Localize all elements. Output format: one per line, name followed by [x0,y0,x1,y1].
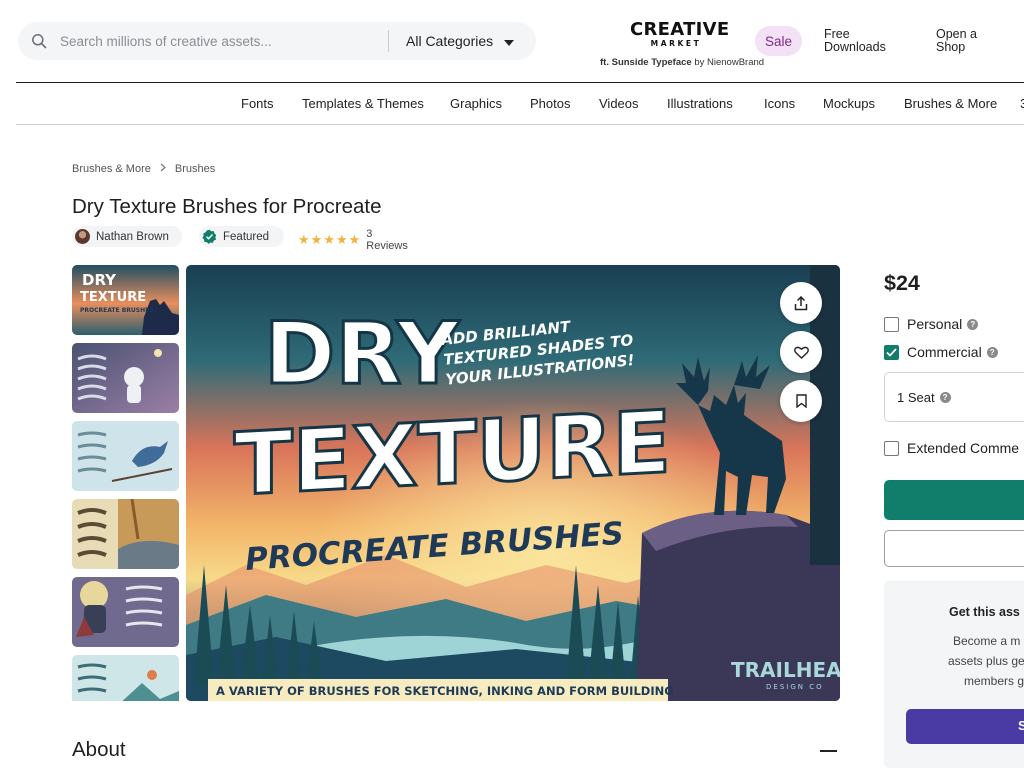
category-templates-themes[interactable]: Templates & Themes [302,96,424,111]
hero-brand: TRAILHEAD [731,658,840,682]
category-photos[interactable]: Photos [530,96,570,111]
subscribe-button[interactable]: S [906,709,1024,744]
seat-select[interactable]: 1 Seat ? [884,372,1024,422]
seat-select-label: 1 Seat [897,389,935,405]
thumbnail-1-title-line3: PROCREATE BRUSHES [80,307,154,314]
breadcrumb: Brushes & More Brushes [72,163,215,175]
like-button[interactable] [780,331,822,373]
search-divider [388,30,389,52]
heart-icon [793,346,809,359]
add-to-cart-button[interactable] [884,480,1024,520]
thumbnail-6[interactable] [72,655,179,701]
hero-banner: A VARIETY OF BRUSHES FOR SKETCHING, INKI… [216,684,674,698]
thumbnail-4[interactable] [72,499,179,569]
verified-badge-icon [202,229,217,244]
star-icon: ★ [323,232,335,247]
product-price: $24 [884,271,920,295]
reviews-link[interactable]: 3 Reviews [366,228,408,252]
personal-checkbox[interactable] [884,316,899,332]
thumbnail-2[interactable] [72,343,179,413]
promo-line-1: Become a m [953,634,1021,648]
star-icon: ★ [348,232,361,247]
category-fonts[interactable]: Fonts [241,96,274,111]
license-personal-label: Personal [907,316,963,332]
rating[interactable]: ★ ★ ★ ★ ★ 3 Reviews [298,228,408,252]
logo-credit-author: NienowBrand [707,57,765,68]
search-bar[interactable]: All Categories [18,22,536,60]
help-icon[interactable]: ? [986,346,998,358]
category-mockups[interactable]: Mockups [823,96,875,111]
hero-title-line1: DRY [264,304,461,404]
thumbnail-strip: DRY TEXTURE PROCREATE BRUSHES [72,265,179,701]
star-icon: ★ [335,232,348,247]
thumbnail-1[interactable]: DRY TEXTURE PROCREATE BRUSHES [72,265,179,335]
star-icon: ★ [310,232,323,247]
promo-line-2: assets plus ge [948,654,1024,668]
logo-credit-by: by [694,57,705,68]
featured-label: Featured [223,230,270,243]
logo-credit[interactable]: ft. Sunside Typeface by NienowBrand [600,57,764,68]
category-select[interactable]: All Categories [406,33,515,49]
share-icon [794,295,808,311]
category-icons[interactable]: Icons [764,96,795,111]
category-nav: Fonts Templates & Themes Graphics Photos… [16,82,1024,125]
license-commercial-label: Commercial [907,344,982,360]
category-videos[interactable]: Videos [599,96,639,111]
open-a-shop-link[interactable]: Open a Shop [936,28,996,53]
license-personal[interactable]: Personal ? [884,316,979,332]
subscription-promo-card: Get this ass Become a m assets plus ge m… [884,581,1024,768]
secondary-action-button[interactable] [884,530,1024,567]
breadcrumb-brushes-more[interactable]: Brushes & More [72,163,151,175]
hero-brand-sub: DESIGN CO [766,683,824,691]
category-graphics[interactable]: Graphics [450,96,502,111]
help-icon[interactable]: ? [967,318,979,330]
logo-main-text: CREATIVE [630,19,730,40]
subscribe-button-label: S [1018,718,1024,733]
sale-button[interactable]: Sale [755,26,802,56]
thumbnail-3[interactable] [72,421,179,491]
bookmark-button[interactable] [780,380,822,422]
site-header: All Categories CREATIVE MARKET ft. Sunsi… [0,0,1024,82]
commercial-checkbox[interactable] [884,344,899,360]
thumbnail-1-title-line1: DRY [82,271,117,289]
about-heading: About [72,738,126,761]
star-icon: ★ [298,232,310,247]
help-icon[interactable]: ? [939,391,951,403]
category-3d[interactable]: 3 [1020,96,1024,111]
logo-credit-typeface: ft. Sunside Typeface [600,57,692,68]
share-button[interactable] [780,282,822,324]
featured-badge: Featured [199,226,284,247]
free-downloads-link[interactable]: Free Downloads [824,28,896,53]
category-brushes-more[interactable]: Brushes & More [904,96,997,111]
creative-market-logo[interactable]: CREATIVE MARKET [630,19,730,48]
bookmark-icon [795,394,807,408]
license-extended-label: Extended Comme [907,440,1020,456]
license-commercial[interactable]: Commercial ? [884,344,998,360]
collapse-about-button[interactable] [820,750,837,752]
thumbnail-5[interactable] [72,577,179,647]
chevron-right-icon [160,163,166,175]
extended-commercial-checkbox[interactable] [884,440,899,456]
category-select-label: All Categories [406,33,494,49]
promo-line-3: members g [964,674,1024,688]
author-name: Nathan Brown [96,230,169,243]
license-extended-commercial[interactable]: Extended Comme [884,440,1019,456]
product-hero-image[interactable]: DRY TEXTURE PROCREATE BRUSHES ADD BRILLI… [186,265,840,701]
logo-sub-text: MARKET [650,39,702,48]
promo-title: Get this ass [949,605,1020,619]
author-chip[interactable]: Nathan Brown [72,226,182,247]
product-title: Dry Texture Brushes for Procreate [72,195,382,218]
chevron-down-icon [504,33,515,49]
search-input[interactable] [60,22,388,60]
breadcrumb-brushes[interactable]: Brushes [175,163,215,175]
thumbnail-1-title-line2: TEXTURE [80,290,146,305]
search-icon[interactable] [18,33,60,49]
avatar [75,229,90,244]
category-illustrations[interactable]: Illustrations [667,96,733,111]
